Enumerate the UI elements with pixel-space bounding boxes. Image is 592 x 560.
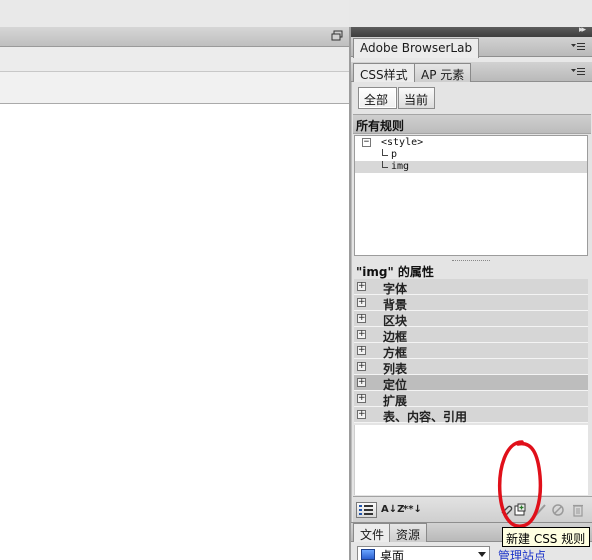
rule-label: img — [391, 161, 410, 172]
expand-icon[interactable]: + — [357, 362, 366, 371]
tree-node-img[interactable]: img — [355, 161, 587, 173]
restore-window-icon[interactable] — [331, 30, 343, 42]
properties-blank-area — [354, 425, 588, 495]
properties-header: "img" 的属性 — [356, 265, 434, 279]
tab-css-styles[interactable]: CSS样式 — [353, 63, 415, 83]
category-row-extensions[interactable]: + 扩展 — [354, 391, 588, 408]
category-row-box[interactable]: + 方框 — [354, 343, 588, 360]
category-row-border[interactable]: + 边框 — [354, 327, 588, 344]
desktop-icon — [361, 549, 375, 560]
tree-node-p[interactable]: p — [355, 149, 587, 161]
annotation-ellipse — [497, 440, 543, 528]
new-css-rule-tooltip: 新建 CSS 规则 — [502, 527, 590, 547]
expand-icon[interactable]: + — [357, 314, 366, 323]
tab-files[interactable]: 文件 — [353, 523, 392, 543]
site-dropdown[interactable]: 桌面 — [357, 546, 490, 560]
category-view-icon — [359, 505, 373, 515]
category-row-list[interactable]: + 列表 — [354, 359, 588, 376]
disable-property-icon[interactable] — [551, 502, 565, 518]
design-view-canvas[interactable] — [0, 104, 349, 560]
rules-tree: − <style> p img — [354, 135, 588, 256]
category-row-positioning[interactable]: + 定位 — [354, 375, 588, 392]
rule-label: <style> — [381, 137, 424, 148]
pane-resize-handle[interactable] — [452, 260, 490, 262]
collapse-panels-icon[interactable]: ▸▸ — [579, 25, 586, 35]
document-subtoolbar — [0, 72, 349, 104]
all-rules-header: 所有规则 — [353, 114, 591, 134]
chevron-down-icon — [478, 552, 486, 557]
tree-branch-line — [382, 161, 388, 168]
tab-assets[interactable]: 资源 — [389, 523, 428, 542]
category-row-font[interactable]: + 字体 — [354, 279, 588, 296]
css-panel-tabbar: CSS样式 AP 元素 — [351, 62, 592, 83]
expand-icon[interactable]: + — [357, 378, 366, 387]
property-category-list: + 字体 + 背景 + 区块 + 边框 + 方框 + 列表 + 定位 + 扩展 — [354, 279, 588, 425]
expand-icon[interactable]: + — [357, 282, 366, 291]
collapse-toggle-icon[interactable]: − — [362, 138, 371, 147]
category-view-button[interactable] — [356, 502, 377, 518]
category-label: 表、内容、引用 — [383, 410, 468, 424]
document-toolbar — [0, 47, 349, 72]
expand-icon[interactable]: + — [357, 346, 366, 355]
expand-icon[interactable]: + — [357, 330, 366, 339]
rule-label: p — [391, 149, 398, 160]
site-dropdown-value: 桌面 — [380, 549, 405, 560]
set-properties-view-button[interactable]: **↓ — [403, 502, 427, 518]
all-rules-button[interactable]: 全部 — [358, 87, 397, 109]
css-panel-toolbar: A↓Z **↓ — [353, 496, 592, 522]
css-styles-panel: 全部 当前 所有规则 − <style> p img "img" 的属性 + 字… — [351, 82, 592, 522]
tree-branch-line — [382, 149, 388, 156]
panel-options-menu-icon[interactable] — [571, 66, 585, 77]
expand-icon[interactable]: + — [357, 298, 366, 307]
expand-icon[interactable]: + — [357, 394, 366, 403]
application-top-strip — [0, 0, 349, 27]
tab-ap-elements[interactable]: AP 元素 — [414, 63, 472, 82]
panel-options-menu-icon[interactable] — [571, 41, 585, 52]
manage-sites-link[interactable]: 管理站点 — [498, 547, 546, 560]
tab-adobe-browserlab[interactable]: Adobe BrowserLab — [353, 38, 480, 58]
category-row-block[interactable]: + 区块 — [354, 311, 588, 328]
current-selection-button[interactable]: 当前 — [398, 87, 435, 109]
alphabetical-view-button[interactable]: A↓Z — [381, 502, 404, 518]
tree-node-style[interactable]: − <style> — [355, 137, 587, 149]
delete-rule-icon[interactable] — [571, 502, 585, 518]
category-row-table-content-quotes[interactable]: + 表、内容、引用 — [354, 407, 588, 424]
browserlab-panel-tabbar: Adobe BrowserLab — [351, 37, 592, 58]
document-titlebar — [0, 27, 349, 47]
category-row-background[interactable]: + 背景 — [354, 295, 588, 312]
panel-group-header: ▸▸ — [351, 25, 592, 37]
expand-icon[interactable]: + — [357, 410, 366, 419]
